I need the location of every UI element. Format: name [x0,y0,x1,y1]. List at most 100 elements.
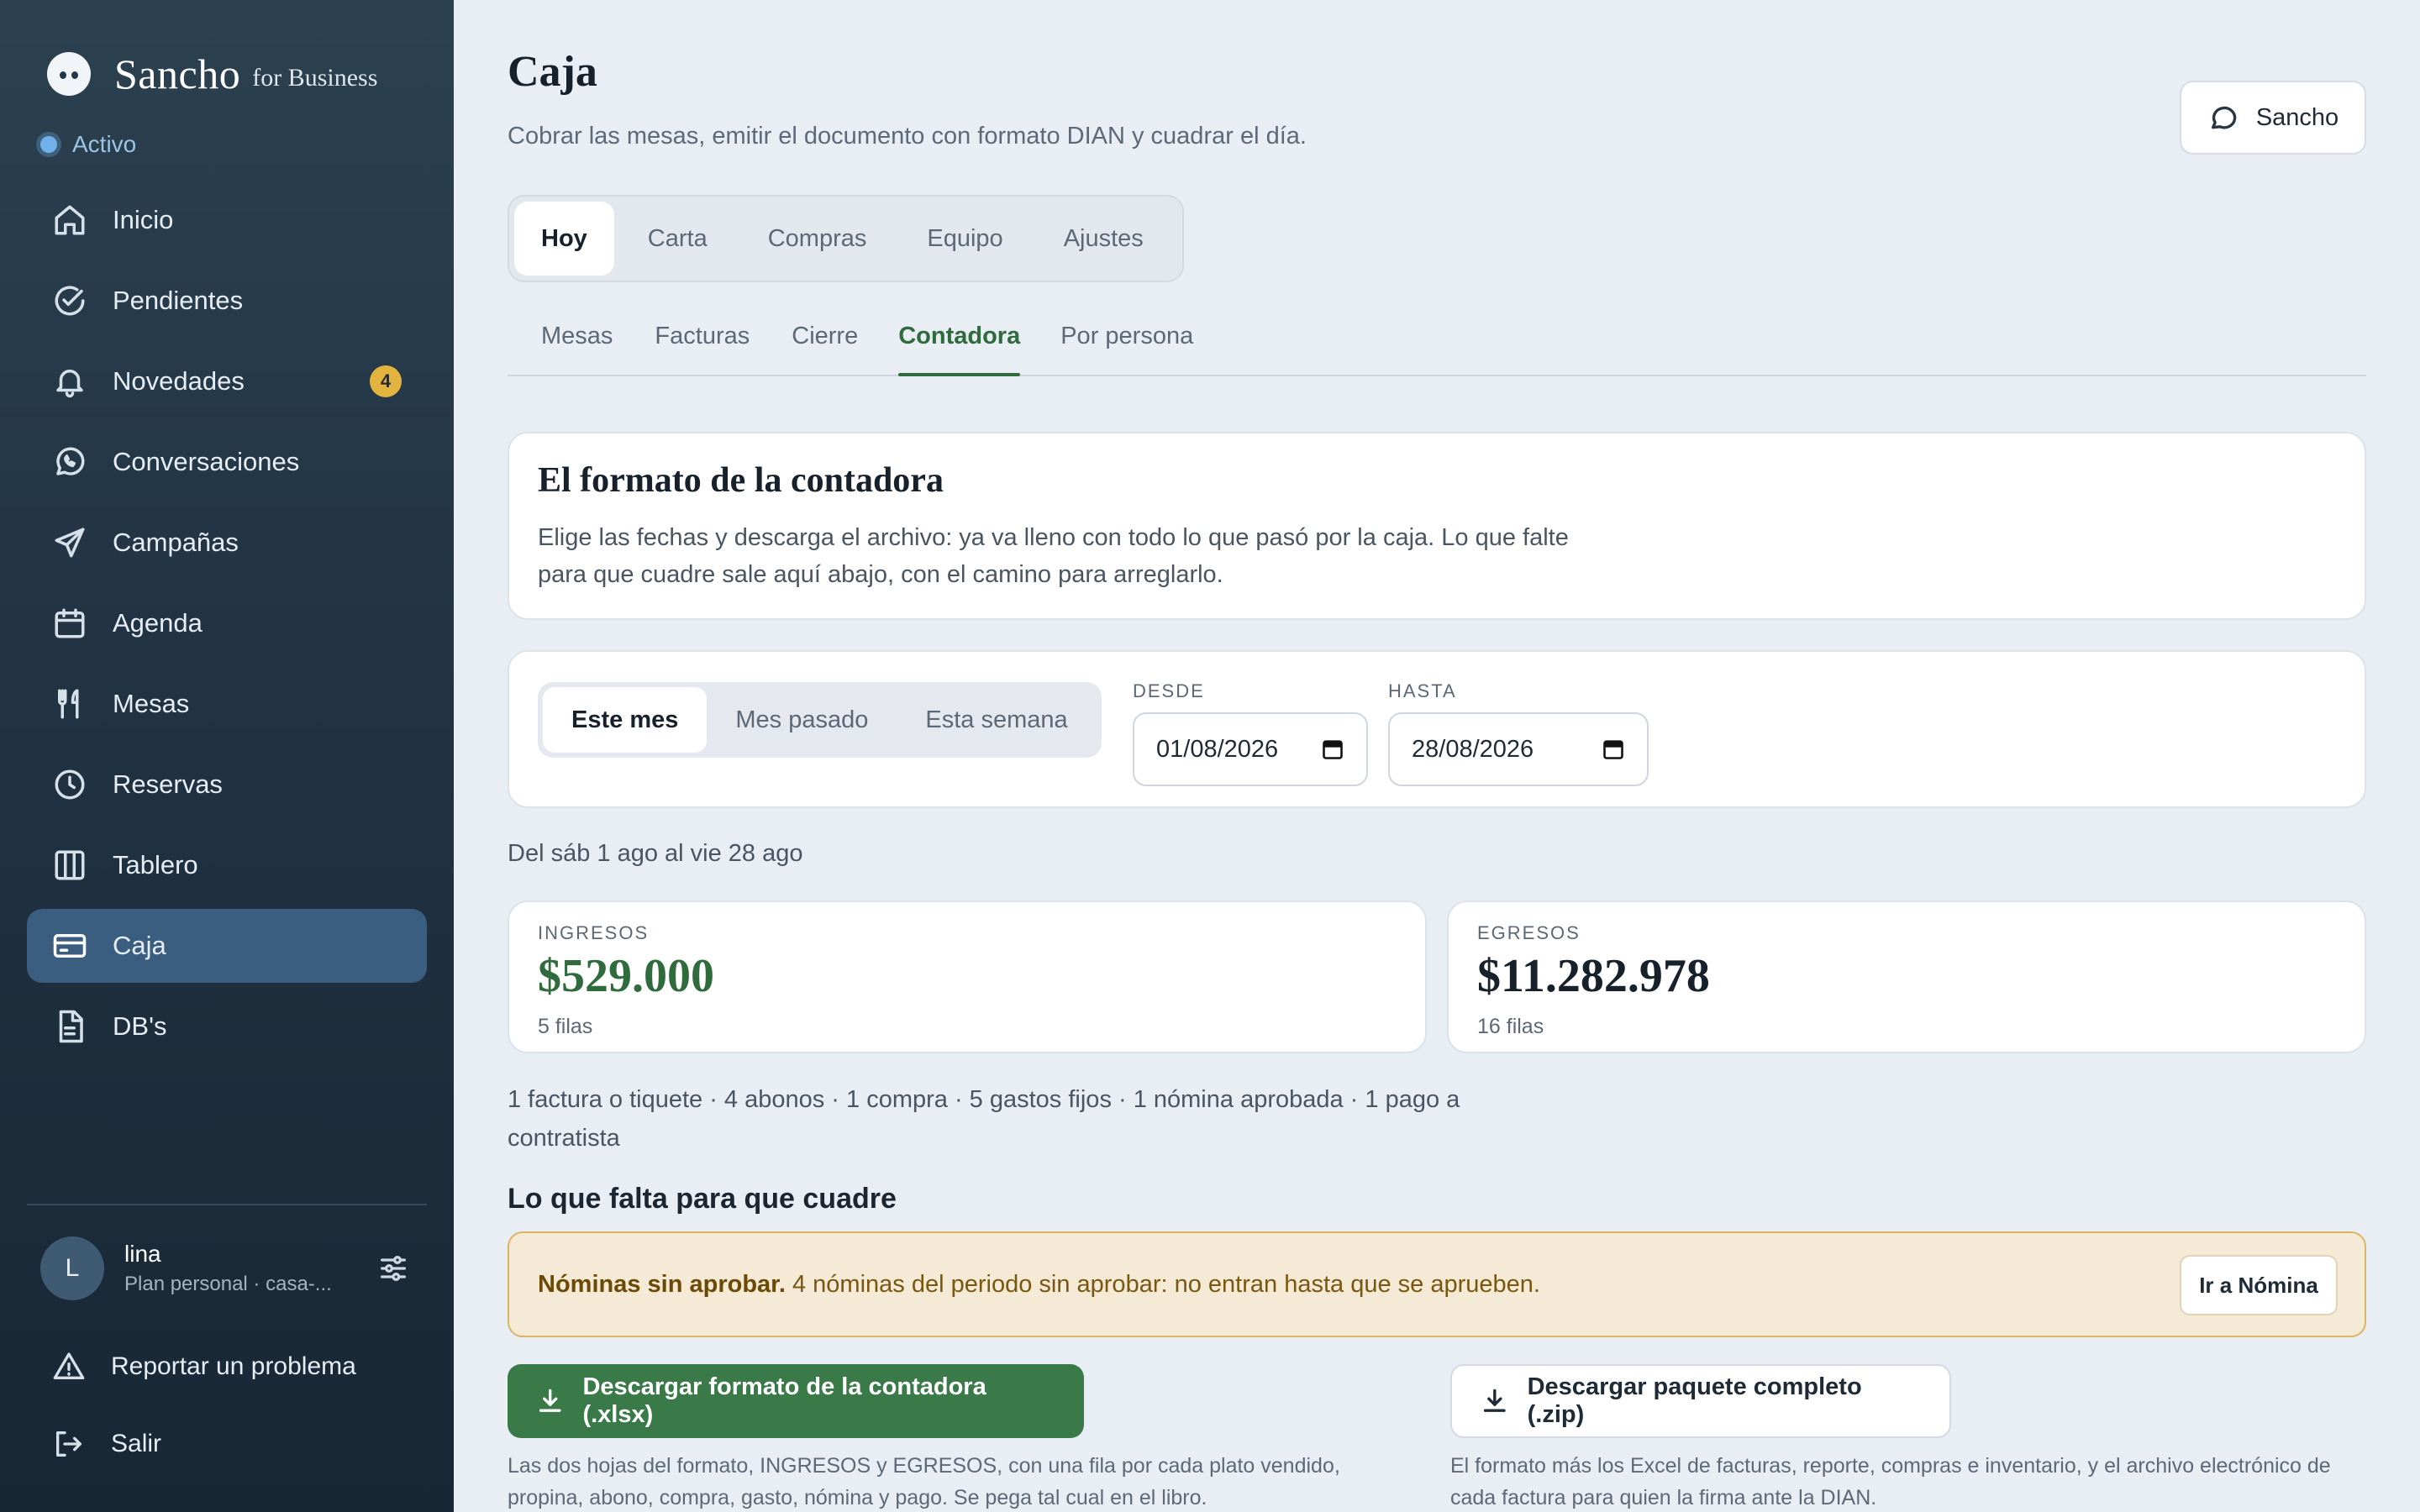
download-zip-note: El formato más los Excel de facturas, re… [1450,1454,2331,1509]
logout-icon [56,1431,82,1457]
preset-esta-semana[interactable]: Esta semana [897,687,1096,753]
logout-label: Salir [111,1430,162,1457]
from-date-label: DESDE [1133,680,1205,701]
report-problem-link[interactable]: Reportar un problema [52,1341,356,1392]
brand-sub: for Business [252,64,378,92]
logout-link[interactable]: Salir [52,1419,161,1469]
clock-icon [55,769,85,800]
sidebar-item-label: Conversaciones [113,447,300,476]
movements-summary: 1 factura o tiquete · 4 abonos · 1 compr… [508,1086,1460,1152]
sidebar-item-novedades[interactable]: Novedades 4 [27,344,427,418]
sidebar-item-tablero[interactable]: Tablero [27,828,427,902]
check-circle-icon [55,286,85,316]
ingresos-rows: 5 filas [538,1015,593,1038]
tab-hoy[interactable]: Hoy [514,202,614,276]
to-date-field: HASTA 28/08/2026 [1388,680,1649,786]
sidebar-item-label: Tablero [113,850,198,879]
download-zip-button[interactable]: Descargar paquete completo (.zip) [1450,1364,1951,1438]
tab-equipo[interactable]: Equipo [900,202,1029,276]
sidebar-item-label: Campañas [113,528,239,557]
subtab-facturas[interactable]: Facturas [646,312,783,375]
intro-card: El formato de la contadora Elige las fec… [508,432,2366,620]
sidebar-item-pendientes[interactable]: Pendientes [27,264,427,338]
subtab-por-persona[interactable]: Por persona [1027,312,1227,375]
status-indicator: Activo [40,131,136,158]
status-label: Activo [72,131,137,157]
user-info: lina Plan personal · casa-... [124,1241,332,1296]
sidebar-item-label: Caja [113,931,166,960]
utensils-icon [58,689,79,719]
credit-card-icon [53,934,87,958]
settings-sliders-icon[interactable] [376,1252,410,1285]
status-dot-icon [40,136,57,153]
columns-icon [55,850,85,880]
egresos-rows: 16 filas [1477,1015,1544,1038]
sidebar-item-reservas[interactable]: Reservas [27,748,427,822]
preset-mes-pasado[interactable]: Mes pasado [707,687,897,753]
calendar-picker-icon[interactable] [1321,738,1344,761]
go-to-nomina-button[interactable]: Ir a Nómina [2180,1255,2338,1315]
page-title: Caja [508,48,597,96]
subtab-cierre[interactable]: Cierre [783,312,892,375]
sancho-logo-icon [47,52,91,96]
preset-este-mes[interactable]: Este mes [543,687,708,753]
sidebar-item-label: Reservas [113,769,223,799]
from-date-input[interactable]: 01/08/2026 [1133,712,1368,786]
ingresos-card: INGRESOS $529.000 5 filas [508,900,1427,1053]
user-profile[interactable]: L lina Plan personal · casa-... [40,1235,410,1302]
sidebar-nav: Inicio Pendientes Novedades 4 Conversaci… [27,183,427,1070]
sidebar-item-label: Mesas [113,689,190,718]
chat-bubble-icon [2211,106,2237,129]
range-presets: Este mes Mes pasado Esta semana [538,682,1102,758]
avatar: L [40,1236,104,1300]
sidebar-item-label: DB's [113,1011,167,1041]
subtab-contadora[interactable]: Contadora [892,312,1027,376]
egresos-value: $11.282.978 [1477,950,1710,1002]
sidebar-item-conversaciones[interactable]: Conversaciones [27,425,427,499]
sancho-button-label: Sancho [2255,103,2339,131]
calendar-picker-icon[interactable] [1602,738,1625,761]
sidebar-item-label: Agenda [113,608,203,638]
download-xlsx-label: Descargar formato de la contadora (.xlsx… [582,1373,986,1428]
egresos-label: EGRESOS [1477,922,1581,943]
to-date-value: 28/08/2026 [1412,735,1534,763]
send-icon [55,528,85,558]
warning-alert: Nóminas sin aprobar. 4 nóminas del perio… [508,1231,2366,1337]
sub-tabs: Mesas Facturas Cierre Contadora Por pers… [508,312,2366,376]
period-text: Del sáb 1 ago al vie 28 ago [508,840,803,867]
ingresos-value: $529.000 [538,950,714,1002]
sidebar-item-caja[interactable]: Caja [27,909,427,983]
user-name: lina [124,1241,161,1267]
brand[interactable]: Sancho for Business [47,47,377,101]
download-zip-label: Descargar paquete completo (.zip) [1527,1373,1862,1428]
sidebar-item-label: Pendientes [113,286,244,315]
user-plan: Plan personal · casa-... [124,1273,332,1295]
sidebar-item-dbs[interactable]: DB's [27,990,427,1063]
sidebar-item-label: Novedades [113,366,245,396]
sidebar-divider [27,1204,427,1205]
tab-ajustes[interactable]: Ajustes [1037,202,1171,276]
sidebar-item-mesas[interactable]: Mesas [27,667,427,741]
alert-title: Nóminas sin aprobar. [538,1270,786,1298]
file-icon [59,1010,83,1043]
alert-text: 4 nóminas del periodo sin aprobar: no en… [785,1270,1540,1298]
download-xlsx-button[interactable]: Descargar formato de la contadora (.xlsx… [508,1364,1084,1438]
subtab-mesas[interactable]: Mesas [508,312,646,375]
sancho-assistant-button[interactable]: Sancho [2180,81,2366,155]
sidebar: Sancho for Business Activo Inicio Pendie… [0,0,454,1512]
main-tabs: Hoy Carta Compras Equipo Ajustes [508,195,1184,282]
download-xlsx-note: Las dos hojas del formato, INGRESOS y EG… [508,1454,1340,1509]
brand-name: Sancho [114,50,241,97]
from-date-field: DESDE 01/08/2026 [1133,680,1368,786]
calendar-icon [55,608,85,638]
sidebar-item-label: Inicio [113,205,174,234]
to-date-input[interactable]: 28/08/2026 [1388,712,1649,786]
sidebar-item-inicio[interactable]: Inicio [27,183,427,257]
date-range-card: Este mes Mes pasado Esta semana DESDE 01… [508,650,2366,808]
from-date-value: 01/08/2026 [1156,735,1279,763]
tab-carta[interactable]: Carta [621,202,734,276]
sidebar-item-campanas[interactable]: Campañas [27,506,427,580]
sidebar-item-agenda[interactable]: Agenda [27,586,427,660]
to-date-label: HASTA [1388,680,1457,701]
tab-compras[interactable]: Compras [741,202,894,276]
